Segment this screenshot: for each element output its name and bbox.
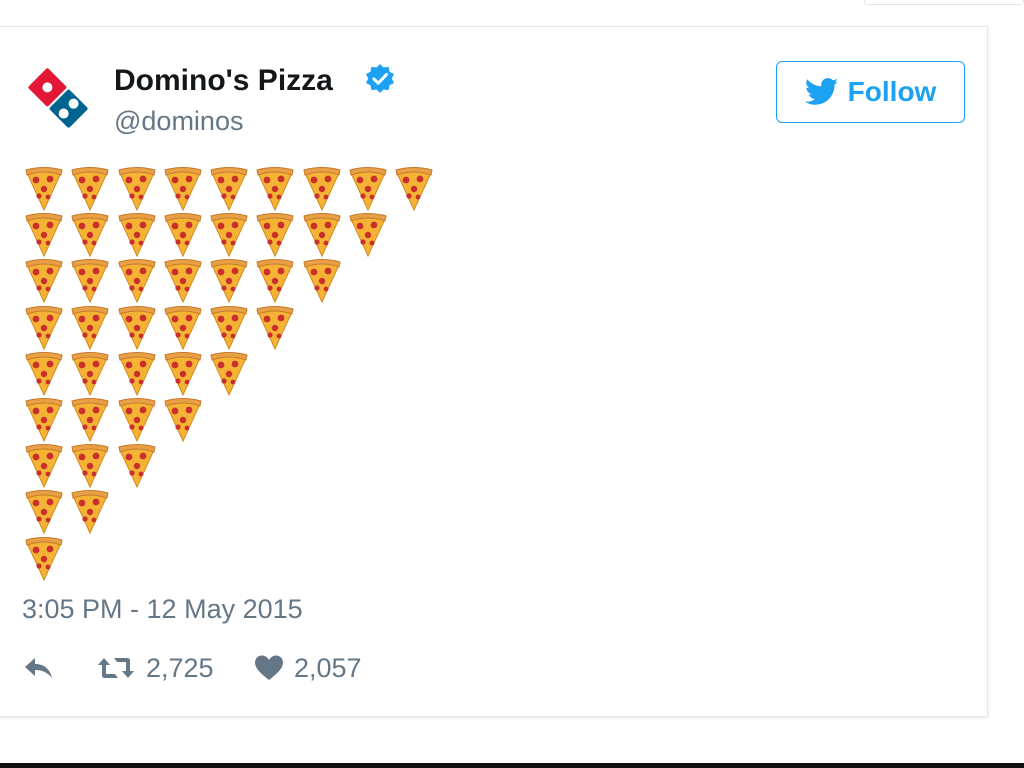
pizza-emoji-icon — [117, 443, 157, 489]
pizza-emoji-icon — [163, 258, 203, 304]
pizza-emoji-icon — [24, 166, 64, 212]
pizza-emoji-icon — [117, 212, 157, 258]
pizza-emoji-icon — [163, 397, 203, 443]
pizza-emoji-icon — [70, 397, 110, 443]
pizza-emoji-icon — [117, 258, 157, 304]
pizza-row — [24, 258, 348, 304]
pizza-row — [24, 212, 394, 258]
screen-bottom-edge — [0, 763, 1024, 768]
pizza-row — [24, 305, 302, 351]
retweet-icon — [98, 658, 134, 678]
pizza-row — [24, 536, 70, 582]
pizza-emoji-icon — [70, 305, 110, 351]
pizza-emoji-icon — [163, 305, 203, 351]
retweet-action[interactable]: 2,725 — [96, 648, 214, 688]
pizza-emoji-icon — [117, 397, 157, 443]
pizza-emoji-icon — [348, 212, 388, 258]
pizza-emoji-icon — [302, 212, 342, 258]
pizza-emoji-icon — [24, 397, 64, 443]
verified-badge-icon — [366, 64, 394, 93]
follow-label: Follow — [847, 76, 937, 107]
pizza-row — [24, 351, 255, 397]
like-action[interactable]: 2,057 — [254, 648, 362, 688]
pizza-emoji-icon — [209, 212, 249, 258]
like-count: 2,057 — [294, 652, 362, 683]
tweet-page: Domino's Pizza @dominos Follow 3:05 PM -… — [0, 0, 1024, 768]
pizza-emoji-icon — [348, 166, 388, 212]
pizza-emoji-icon — [24, 443, 64, 489]
pizza-emoji-icon — [255, 258, 295, 304]
pizza-emoji-triangle — [24, 166, 444, 586]
pizza-emoji-icon — [70, 351, 110, 397]
pizza-row — [24, 443, 163, 489]
dominos-logo-icon[interactable] — [22, 62, 94, 134]
pizza-emoji-icon — [24, 536, 64, 582]
pizza-emoji-icon — [209, 258, 249, 304]
pizza-emoji-icon — [24, 212, 64, 258]
pizza-emoji-icon — [302, 258, 342, 304]
pizza-emoji-icon — [209, 305, 249, 351]
pizza-emoji-icon — [70, 443, 110, 489]
pizza-emoji-icon — [163, 166, 203, 212]
pizza-emoji-icon — [209, 166, 249, 212]
reply-action[interactable] — [22, 648, 56, 688]
retweet-count: 2,725 — [146, 652, 214, 683]
pizza-emoji-icon — [24, 351, 64, 397]
pizza-emoji-icon — [117, 305, 157, 351]
browser-tab-edge — [864, 0, 1024, 5]
handle[interactable]: @dominos — [114, 106, 243, 137]
pizza-row — [24, 166, 441, 212]
pizza-emoji-icon — [70, 258, 110, 304]
pizza-emoji-icon — [163, 351, 203, 397]
tweet-timestamp[interactable]: 3:05 PM - 12 May 2015 — [22, 594, 303, 625]
pizza-row — [24, 397, 209, 443]
pizza-emoji-icon — [255, 305, 295, 351]
pizza-emoji-icon — [70, 489, 110, 535]
twitter-bird-icon — [804, 78, 838, 105]
pizza-emoji-icon — [255, 166, 295, 212]
pizza-emoji-icon — [24, 258, 64, 304]
pizza-emoji-icon — [70, 212, 110, 258]
pizza-emoji-icon — [394, 166, 434, 212]
pizza-row — [24, 489, 117, 535]
pizza-emoji-icon — [255, 212, 295, 258]
follow-button[interactable]: Follow — [776, 61, 965, 123]
pizza-emoji-icon — [117, 351, 157, 397]
pizza-emoji-icon — [24, 305, 64, 351]
pizza-emoji-icon — [163, 212, 203, 258]
pizza-emoji-icon — [209, 351, 249, 397]
heart-icon — [255, 655, 283, 680]
pizza-emoji-icon — [117, 166, 157, 212]
pizza-emoji-icon — [302, 166, 342, 212]
pizza-emoji-icon — [70, 166, 110, 212]
display-name[interactable]: Domino's Pizza — [114, 64, 333, 98]
pizza-emoji-icon — [24, 489, 64, 535]
reply-icon — [25, 658, 52, 678]
